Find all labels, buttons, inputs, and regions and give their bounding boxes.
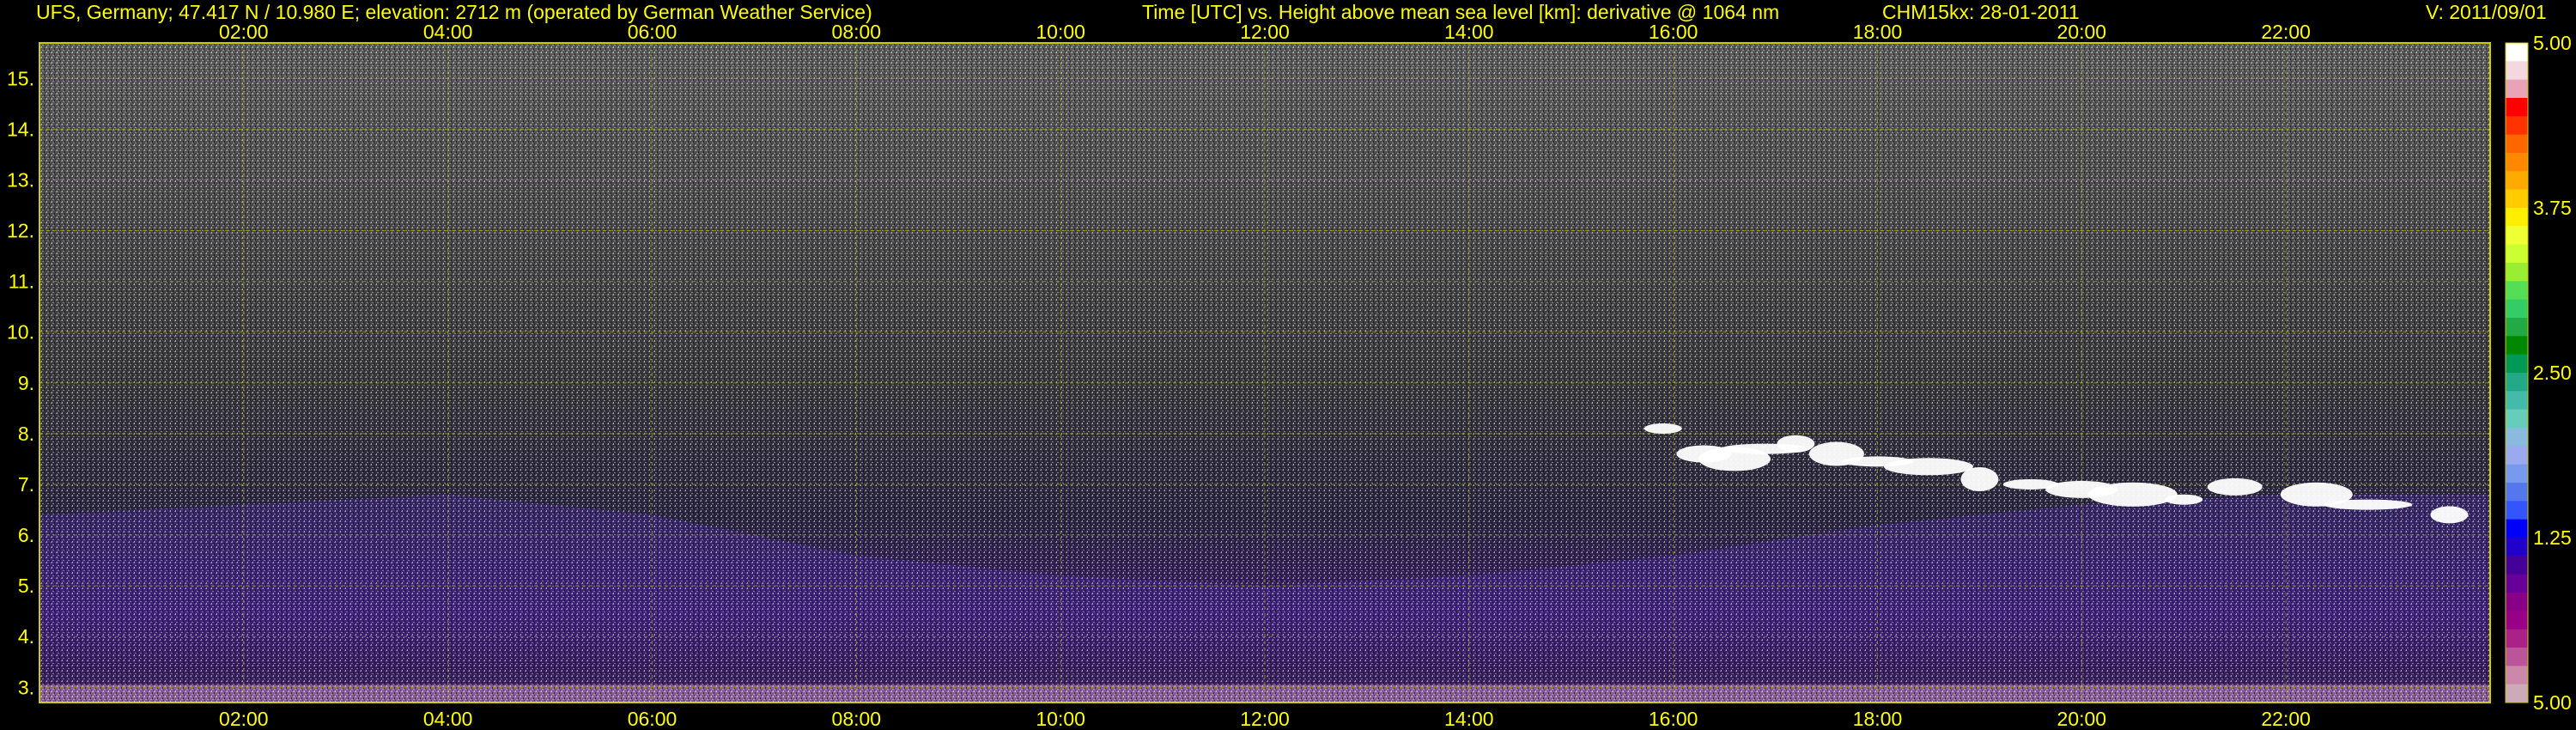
x-tick-label-top: 08:00 <box>832 21 882 43</box>
y-tick-label: 7. <box>18 473 34 496</box>
x-tick-label-bottom: 04:00 <box>423 708 473 730</box>
plot-area <box>39 42 2491 703</box>
colorbar-swatch <box>2506 684 2528 703</box>
cloud-point <box>2207 478 2263 496</box>
x-tick-label-top: 04:00 <box>423 21 473 43</box>
x-tick-label-bottom: 22:00 <box>2261 708 2311 730</box>
y-tick-label: 12. <box>7 220 34 242</box>
x-tick-label-top: 06:00 <box>628 21 677 43</box>
colorbar-swatch <box>2506 153 2528 172</box>
cloud-point <box>1643 423 1682 434</box>
x-tick-label-top: 18:00 <box>1853 21 1903 43</box>
y-tick-label: 13. <box>7 169 34 192</box>
x-tick-label-bottom: 10:00 <box>1036 708 1085 730</box>
y-tick-label: 3. <box>18 676 34 698</box>
colorbar-swatch <box>2506 483 2528 502</box>
colorbar-swatch <box>2506 171 2528 191</box>
colorbar-tick-label: 3.75 <box>2533 197 2572 219</box>
colorbar-tick-label: 5.00 <box>2533 691 2572 714</box>
y-tick-label: 9. <box>18 372 34 394</box>
x-tick-label-top: 02:00 <box>219 21 269 43</box>
y-tick-label: 6. <box>18 524 34 546</box>
colorbar-swatch <box>2506 574 2528 593</box>
colorbar-swatch <box>2506 538 2528 557</box>
y-tick-label: 5. <box>18 575 34 597</box>
cloud-point <box>2430 506 2469 524</box>
colorbar-swatch <box>2506 611 2528 630</box>
colorbar-swatch <box>2506 519 2528 538</box>
colorbar-swatch <box>2506 134 2528 154</box>
colorbar-swatch <box>2506 648 2528 666</box>
colorbar-swatch <box>2506 61 2528 81</box>
colorbar-swatch <box>2506 208 2528 227</box>
y-tick-label: 4. <box>18 625 34 648</box>
colorbar-swatch <box>2506 593 2528 611</box>
x-tick-label-bottom: 02:00 <box>219 708 269 730</box>
colorbar: 5.00 3.75 2.50 1.25 5.00 <box>2505 32 2572 714</box>
colorbar-swatch <box>2506 428 2528 447</box>
colorbar-swatch <box>2506 226 2528 246</box>
x-tick-label-top: 10:00 <box>1036 21 1085 43</box>
colorbar-swatch <box>2506 263 2528 282</box>
colorbar-swatch <box>2506 79 2528 99</box>
colorbar-swatch <box>2506 43 2528 62</box>
colorbar-swatch <box>2506 556 2528 575</box>
x-tick-label-top: 22:00 <box>2261 21 2311 43</box>
cloud-point <box>2165 494 2203 505</box>
colorbar-swatch <box>2506 244 2528 264</box>
colorbar-swatch <box>2506 464 2528 484</box>
cloud-point <box>1883 458 1973 476</box>
x-axis-top: 02:00 04:00 06:00 08:00 10:00 12:00 14:00 16:00… <box>219 21 2311 43</box>
y-tick-label: 14. <box>7 118 34 140</box>
colorbar-swatch <box>2506 318 2528 337</box>
x-tick-label-bottom: 06:00 <box>628 708 677 730</box>
y-tick-label: 15. <box>7 67 34 89</box>
colorbar-tick-label: 1.25 <box>2533 526 2572 549</box>
colorbar-swatch <box>2506 116 2528 136</box>
x-tick-label-bottom: 14:00 <box>1444 708 1494 730</box>
colorbar-swatch <box>2506 354 2528 374</box>
colorbar-swatch <box>2506 629 2528 648</box>
colorbar-tick-label: 2.50 <box>2533 362 2572 384</box>
y-tick-label: 10. <box>7 321 34 344</box>
colorbar-tick-label: 5.00 <box>2533 32 2572 54</box>
x-tick-label-bottom: 20:00 <box>2057 708 2107 730</box>
cloud-point <box>2323 499 2413 510</box>
cloud-point <box>2087 482 2178 507</box>
cloud-point <box>1777 435 1815 453</box>
colorbar-swatch <box>2506 373 2528 392</box>
colorbar-swatch <box>2506 299 2528 319</box>
colorbar-swatch <box>2506 281 2528 301</box>
x-tick-label-top: 14:00 <box>1444 21 1494 43</box>
ceilometer-heatmap-chart: 3. 4. 5. 6. 7. 8. 9. 10. 11. 12. 13. 14. 15. 02:00 04… <box>7 21 2572 730</box>
x-tick-label-top: 16:00 <box>1649 21 1698 43</box>
x-tick-label-bottom: 08:00 <box>832 708 882 730</box>
x-tick-label-bottom: 12:00 <box>1240 708 1290 730</box>
colorbar-swatch <box>2506 501 2528 520</box>
cloud-point <box>1960 467 1999 492</box>
y-tick-label: 8. <box>18 423 34 445</box>
colorbar-swatch <box>2506 446 2528 465</box>
colorbar-swatch <box>2506 336 2528 356</box>
y-axis: 3. 4. 5. 6. 7. 8. 9. 10. 11. 12. 13. 14. 15. <box>7 67 34 698</box>
x-tick-label-top: 20:00 <box>2057 21 2107 43</box>
x-tick-label-bottom: 16:00 <box>1649 708 1698 730</box>
colorbar-swatch <box>2506 666 2528 685</box>
x-axis-bottom: 02:00 04:00 06:00 08:00 10:00 12:00 14:00 16:00… <box>219 708 2311 730</box>
x-tick-label-bottom: 18:00 <box>1853 708 1903 730</box>
colorbar-swatch <box>2506 391 2528 411</box>
y-tick-label: 11. <box>9 271 34 293</box>
colorbar-swatch <box>2506 409 2528 429</box>
colorbar-swatch <box>2506 189 2528 209</box>
x-tick-label-top: 12:00 <box>1240 21 1290 43</box>
colorbar-swatch <box>2506 98 2528 117</box>
